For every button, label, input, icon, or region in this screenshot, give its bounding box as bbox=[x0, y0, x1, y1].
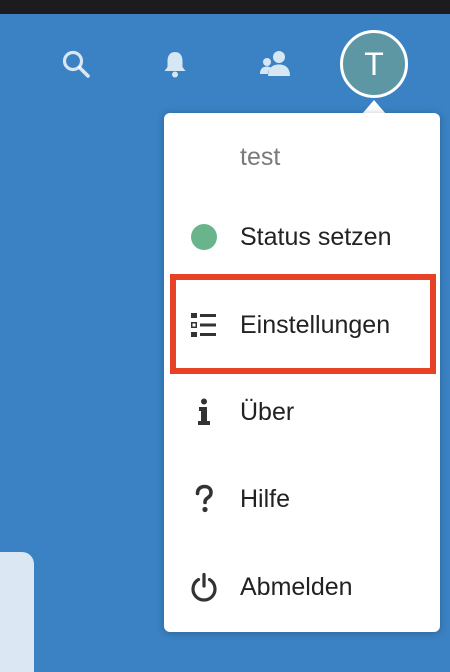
search-icon bbox=[62, 50, 90, 78]
user-menu: test Status setzen Einstellungen Über Hi… bbox=[164, 113, 440, 632]
menu-item-label: Abmelden bbox=[240, 572, 353, 601]
menu-user-name: test bbox=[240, 143, 281, 171]
menu-item-label: Hilfe bbox=[240, 484, 291, 513]
menu-item-settings[interactable]: Einstellungen bbox=[164, 295, 440, 355]
menu-caret bbox=[362, 100, 386, 114]
power-icon bbox=[188, 571, 220, 603]
content-panel bbox=[0, 552, 34, 672]
menu-item-label: Status setzen bbox=[240, 222, 392, 251]
user-avatar[interactable]: T bbox=[340, 30, 408, 98]
search-button[interactable] bbox=[52, 40, 100, 88]
settings-list-icon bbox=[188, 309, 220, 341]
menu-item-status[interactable]: Status setzen bbox=[164, 207, 440, 267]
status-dot-icon bbox=[188, 221, 220, 253]
menu-item-label: Über bbox=[240, 397, 295, 426]
avatar-letter: T bbox=[364, 45, 384, 82]
menu-item-label: Einstellungen bbox=[240, 310, 391, 339]
window-top-strip bbox=[0, 0, 450, 14]
menu-item-logout[interactable]: Abmelden bbox=[164, 557, 440, 617]
contacts-button[interactable] bbox=[252, 40, 300, 88]
bell-icon bbox=[164, 52, 186, 78]
help-icon bbox=[188, 483, 220, 515]
menu-item-about[interactable]: Über bbox=[164, 382, 440, 442]
menu-item-help[interactable]: Hilfe bbox=[164, 469, 440, 529]
info-icon bbox=[188, 396, 220, 428]
notifications-button[interactable] bbox=[151, 40, 199, 88]
contacts-icon bbox=[260, 51, 290, 76]
